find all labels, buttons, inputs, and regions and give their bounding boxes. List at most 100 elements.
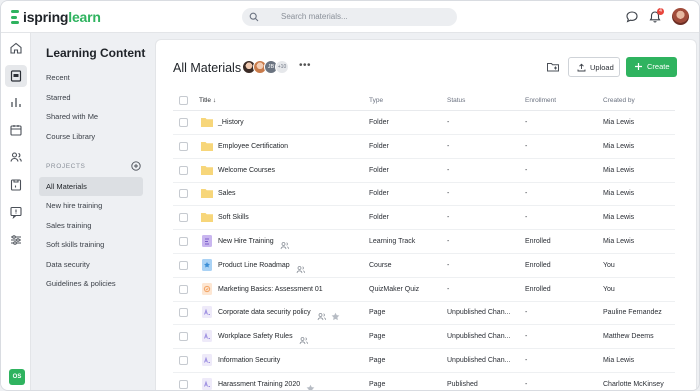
reports-icon[interactable] bbox=[9, 95, 23, 109]
create-label: Create bbox=[647, 62, 670, 71]
create-button[interactable]: Create bbox=[626, 57, 677, 77]
cell-enrollment: - bbox=[525, 333, 528, 341]
cell-type: QuizMaker Quiz bbox=[369, 285, 420, 293]
calendar-icon[interactable] bbox=[9, 123, 23, 137]
cell-created-by: Mia Lewis bbox=[603, 357, 635, 364]
row-title[interactable]: Information Security bbox=[218, 357, 280, 364]
sidebar-item-starred[interactable]: Starred bbox=[39, 88, 143, 107]
table-row[interactable]: Employee Certification Folder - - Mia Lewis bbox=[173, 135, 675, 159]
logo-mark-icon bbox=[11, 10, 19, 24]
column-enrollment[interactable]: Enrollment bbox=[525, 97, 556, 104]
feedback-icon[interactable] bbox=[9, 205, 23, 219]
cell-status: - bbox=[447, 166, 450, 174]
users-icon[interactable] bbox=[9, 150, 23, 164]
row-title[interactable]: Employee Certification bbox=[218, 143, 288, 150]
row-checkbox[interactable] bbox=[179, 260, 188, 270]
cell-created-by: Mia Lewis bbox=[603, 119, 635, 126]
row-checkbox[interactable] bbox=[179, 189, 188, 199]
content-icon bbox=[10, 70, 22, 82]
cell-enrollment: - bbox=[525, 357, 528, 364]
search-input[interactable]: Search materials... bbox=[242, 8, 457, 26]
row-title[interactable]: Marketing Basics: Assessment 01 bbox=[218, 286, 323, 293]
cell-created-by: Mia Lewis bbox=[603, 214, 635, 222]
row-title[interactable]: Harassment Training 2020 bbox=[218, 381, 300, 388]
row-checkbox[interactable] bbox=[179, 237, 188, 246]
row-title[interactable]: New Hire Training bbox=[218, 238, 274, 245]
row-title[interactable]: Corporate data security policy bbox=[218, 309, 311, 316]
row-title[interactable]: Welcome Courses bbox=[218, 167, 275, 174]
column-title[interactable]: Title ↓ bbox=[199, 97, 216, 104]
new-folder-icon[interactable] bbox=[546, 60, 560, 74]
add-project-icon[interactable] bbox=[131, 161, 141, 171]
row-checkbox[interactable] bbox=[179, 213, 188, 223]
content-nav-button[interactable] bbox=[5, 65, 27, 87]
ispring-logo[interactable]: ispringlearn bbox=[11, 9, 101, 25]
table-row[interactable]: Welcome Courses Folder - - Mia Lewis bbox=[173, 159, 675, 183]
cell-type: Page bbox=[369, 309, 386, 317]
cell-enrollment: - bbox=[525, 380, 528, 388]
select-all-checkbox[interactable] bbox=[179, 96, 188, 105]
row-title[interactable]: _History bbox=[218, 119, 244, 126]
account-initials-button[interactable]: OS bbox=[9, 369, 25, 385]
sidebar-item-data-security[interactable]: Data security bbox=[39, 255, 143, 274]
row-checkbox[interactable] bbox=[179, 379, 188, 389]
row-checkbox[interactable] bbox=[179, 308, 188, 318]
more-options-icon[interactable]: ••• bbox=[299, 60, 311, 71]
sidebar-item-sales-training[interactable]: Sales training bbox=[39, 216, 143, 235]
table-row[interactable]: Marketing Basics: Assessment 01 QuizMaker… bbox=[173, 278, 675, 302]
column-created-by[interactable]: Created by bbox=[603, 97, 635, 104]
page-icon bbox=[200, 377, 214, 390]
shared-icon bbox=[317, 308, 327, 321]
row-checkbox[interactable] bbox=[179, 165, 188, 175]
page-icon bbox=[200, 329, 214, 343]
cell-type: Folder bbox=[369, 142, 389, 150]
top-bar: ispringlearn Search materials... 4 bbox=[1, 1, 699, 33]
user-avatar[interactable] bbox=[672, 8, 689, 25]
assignments-icon[interactable] bbox=[9, 178, 23, 192]
settings-sliders-icon[interactable] bbox=[9, 233, 23, 247]
cell-type: Learning Track bbox=[369, 238, 416, 245]
row-checkbox[interactable] bbox=[179, 356, 188, 365]
cell-status: - bbox=[447, 238, 450, 245]
sidebar-item-new-hire-training[interactable]: New hire training bbox=[39, 196, 143, 215]
cell-type: Page bbox=[369, 357, 386, 364]
row-title[interactable]: Product Line Roadmap bbox=[218, 262, 290, 269]
table-row[interactable]: Workplace Safety Rules Page Unpublished Ch… bbox=[173, 325, 675, 350]
row-checkbox[interactable] bbox=[179, 284, 188, 294]
star-icon[interactable] bbox=[306, 380, 315, 390]
upload-button[interactable]: Upload bbox=[568, 57, 620, 77]
sidebar-item-recent[interactable]: Recent bbox=[39, 68, 143, 87]
cell-enrollment: - bbox=[525, 190, 528, 198]
cell-enrollment: - bbox=[525, 309, 528, 317]
chat-icon[interactable] bbox=[624, 9, 640, 25]
table-row[interactable]: New Hire Training Learning Track - Enrolled… bbox=[173, 230, 675, 254]
sidebar-item-guidelines-policies[interactable]: Guidelines & policies bbox=[39, 274, 143, 293]
sidebar-item-soft-skills-training[interactable]: Soft skills training bbox=[39, 235, 143, 254]
table-row[interactable]: Harassment Training 2020 Page Published - Ch… bbox=[173, 373, 675, 390]
home-icon[interactable] bbox=[9, 41, 23, 55]
table-row[interactable]: Corporate data security policy Page Unpubl… bbox=[173, 301, 675, 326]
sidebar-item-shared-with-me[interactable]: Shared with Me bbox=[39, 107, 143, 126]
table-row[interactable]: Sales Folder - - Mia Lewis bbox=[173, 182, 675, 207]
star-icon[interactable] bbox=[331, 308, 340, 321]
column-type[interactable]: Type bbox=[369, 97, 383, 104]
table-row[interactable]: Product Line Roadmap Course - Enrolled You bbox=[173, 254, 675, 278]
row-checkbox[interactable] bbox=[179, 332, 188, 342]
notification-badge: 4 bbox=[657, 8, 664, 15]
cell-status: - bbox=[447, 119, 450, 126]
page-title: All Materials bbox=[173, 61, 242, 75]
cell-type: Folder bbox=[369, 119, 389, 126]
sidebar-item-course-library[interactable]: Course Library bbox=[39, 127, 143, 146]
row-checkbox[interactable] bbox=[179, 118, 188, 127]
folder-icon bbox=[200, 139, 214, 153]
table-row[interactable]: Information Security Page Unpublished Chan… bbox=[173, 349, 675, 373]
column-status[interactable]: Status bbox=[447, 97, 465, 104]
table-row[interactable]: Soft Skills Folder - - Mia Lewis bbox=[173, 206, 675, 231]
row-title[interactable]: Sales bbox=[218, 190, 236, 197]
sidebar-item-all-materials[interactable]: All Materials bbox=[39, 177, 143, 196]
table-row[interactable]: _History Folder - - Mia Lewis bbox=[173, 111, 675, 135]
row-title[interactable]: Workplace Safety Rules bbox=[218, 333, 293, 340]
row-checkbox[interactable] bbox=[179, 141, 188, 151]
cell-type: Folder bbox=[369, 190, 389, 198]
row-title[interactable]: Soft Skills bbox=[218, 214, 249, 221]
